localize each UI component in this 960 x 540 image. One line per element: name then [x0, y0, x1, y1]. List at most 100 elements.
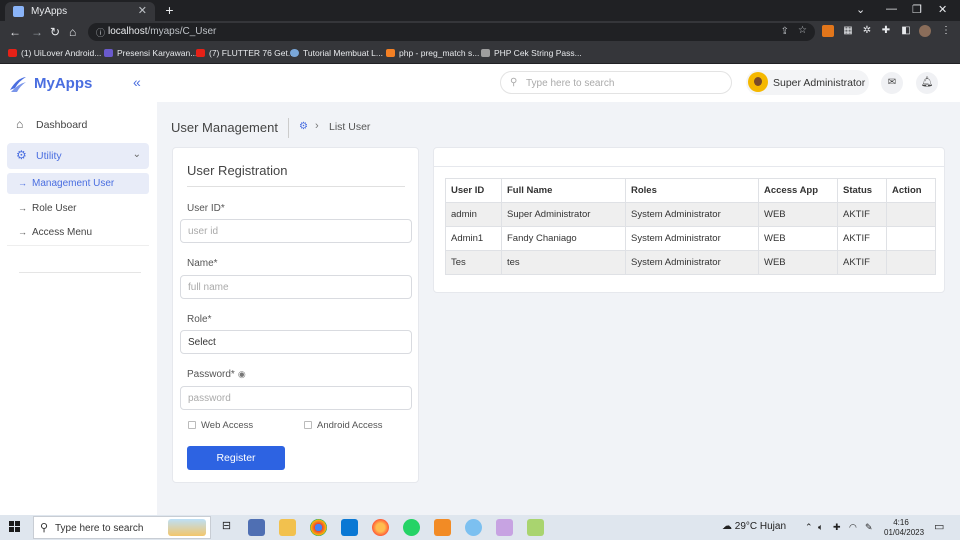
windows-taskbar: ⚲ Type here to search ⊟ ☁ 29°C Hujan ⌃ 🔈… [0, 515, 960, 540]
chevron-up-icon[interactable]: ⌃ [805, 522, 813, 533]
xampp-icon[interactable] [434, 519, 451, 536]
role-select[interactable]: Select [180, 330, 412, 354]
bookmark-item[interactable]: Presensi Karyawan... [104, 48, 197, 58]
weather-text: 29°C Hujan [734, 521, 787, 532]
cell-action[interactable] [886, 202, 936, 227]
maximize-icon[interactable]: ❐ [912, 3, 922, 16]
user-profile-chip[interactable]: Super Administrator [746, 70, 869, 95]
cell-status: AKTIF [837, 250, 887, 275]
reload-icon[interactable]: ↻ [50, 25, 60, 39]
back-icon[interactable]: ← [9, 25, 21, 39]
bell-icon[interactable]: 🔔︎ [916, 72, 938, 94]
sidebar-item-utility[interactable]: ⚙ Utility ⌄ [7, 143, 149, 169]
youtube-icon [196, 49, 205, 57]
metamask-extension-icon[interactable] [822, 25, 834, 37]
bookmark-star-icon[interactable]: ☆ [798, 25, 807, 36]
sidebar-subitem-role-user[interactable]: → Role User [7, 198, 149, 219]
chrome-icon[interactable] [310, 519, 327, 536]
app-icon[interactable] [527, 519, 544, 536]
cell-action[interactable] [886, 250, 936, 275]
home-icon[interactable]: ⌂ [69, 25, 76, 39]
userid-placeholder: user id [188, 226, 219, 237]
bookmark-item[interactable]: (1) UiLover Android... [8, 48, 101, 58]
qr-extension-icon[interactable]: ▦ [842, 25, 854, 37]
app-icon[interactable] [248, 519, 265, 536]
chevron-down-icon: ⌄ [132, 149, 141, 160]
sidebar-subitem-management-user[interactable]: → Management User [7, 173, 149, 194]
taskbar-search-input[interactable]: ⚲ Type here to search [33, 516, 211, 539]
search-input[interactable]: ⚲ Type here to search [500, 71, 732, 94]
pen-icon[interactable]: ✎ [865, 522, 873, 533]
notification-icon[interactable]: ▭ [934, 520, 944, 533]
sidebar-item-dashboard[interactable]: ⌂ Dashboard [7, 112, 149, 138]
browser-tab-bar: MyApps ✕ + ⌄ — ❐ ✕ [0, 0, 960, 21]
tab-search-icon[interactable]: ⌄ [856, 3, 865, 16]
extensions-puzzle-icon[interactable]: ✚ [880, 25, 892, 37]
page-title: User Management [171, 120, 278, 135]
user-name: Super Administrator [773, 77, 866, 89]
windows-start-icon[interactable] [9, 521, 21, 533]
gear-extension-icon[interactable]: ✲ [861, 25, 873, 37]
bookmark-item[interactable]: Tutorial Membuat L... [290, 48, 383, 58]
password-field[interactable]: password [180, 386, 412, 410]
app-logo[interactable]: MyApps [9, 73, 149, 95]
messenger-icon[interactable]: ✉ [881, 72, 903, 94]
window-close-icon[interactable]: ✕ [938, 3, 947, 16]
whatsapp-icon[interactable] [403, 519, 420, 536]
bookmark-item[interactable]: PHP Cek String Pass... [481, 48, 582, 58]
arrow-right-icon: → [18, 178, 27, 188]
cell-access-app: WEB [758, 202, 838, 227]
column-header[interactable]: Access App [758, 178, 838, 203]
chrome-menu-icon[interactable]: ⋮ [940, 25, 952, 37]
taskbar-clock[interactable]: 4:16 01/04/2023 [884, 518, 924, 538]
chevron-right-icon: › [315, 120, 319, 132]
column-header[interactable]: User ID [445, 178, 502, 203]
form-title: User Registration [187, 163, 288, 178]
forward-icon[interactable]: → [31, 25, 43, 39]
breadcrumb-gear-icon[interactable]: ⚙ [299, 121, 308, 132]
sidepanel-icon[interactable]: ◧ [900, 25, 912, 37]
weather-widget[interactable]: ☁ 29°C Hujan [722, 521, 786, 532]
cell-status: AKTIF [837, 202, 887, 227]
web-access-checkbox[interactable] [188, 421, 196, 429]
eye-icon[interactable]: ◉ [238, 369, 246, 379]
top-header: ⚲ Type here to search Super Administrato… [157, 64, 960, 102]
bookmarks-bar: (1) UiLover Android... Presensi Karyawan… [0, 43, 960, 64]
wifi-icon[interactable]: ◠ [849, 522, 857, 533]
vscode-icon[interactable] [341, 519, 358, 536]
firefox-icon[interactable] [372, 519, 389, 536]
column-header[interactable]: Roles [625, 178, 759, 203]
info-icon[interactable]: ⓘ [96, 26, 105, 39]
bookmark-item[interactable]: php - preg_match s... [386, 48, 479, 58]
name-field[interactable]: full name [180, 275, 412, 299]
cell-action[interactable] [886, 226, 936, 251]
column-header[interactable]: Status [837, 178, 887, 203]
profile-avatar[interactable] [919, 25, 931, 37]
new-tab-icon[interactable]: + [162, 3, 177, 18]
android-access-checkbox[interactable] [304, 421, 312, 429]
app-icon[interactable] [496, 519, 513, 536]
file-explorer-icon[interactable] [279, 519, 296, 536]
sidebar-subitem-label: Management User [32, 178, 115, 189]
app-name: MyApps [34, 75, 93, 92]
minimize-icon[interactable]: — [886, 3, 897, 15]
task-view-icon[interactable]: ⊟ [218, 519, 235, 536]
volume-icon[interactable]: 🔈︎ [818, 522, 823, 533]
site-icon [290, 49, 299, 57]
cell-access-app: WEB [758, 226, 838, 251]
url-field[interactable]: ⓘ localhost/myaps/C_User ⇪ ☆ [88, 23, 815, 41]
column-header[interactable]: Full Name [501, 178, 626, 203]
collapse-sidebar-icon[interactable]: « [133, 74, 141, 90]
app-icon[interactable] [465, 519, 482, 536]
name-label: Name* [187, 258, 218, 269]
search-icon: ⚲ [40, 522, 49, 534]
browser-tab[interactable]: MyApps ✕ [5, 2, 155, 21]
register-button[interactable]: Register [187, 446, 285, 470]
bookmark-item[interactable]: (7) FLUTTER 76 Get... [196, 48, 295, 58]
network-icon[interactable]: ✚ [833, 522, 841, 533]
userid-field[interactable]: user id [180, 219, 412, 243]
sidebar: MyApps « ⌂ Dashboard ⚙ Utility ⌄ → Manag… [0, 64, 157, 515]
tab-close-icon[interactable]: ✕ [138, 4, 147, 17]
share-icon[interactable]: ⇪ [781, 26, 789, 37]
user-table: User ID Full Name Roles Access App Statu… [445, 178, 936, 275]
